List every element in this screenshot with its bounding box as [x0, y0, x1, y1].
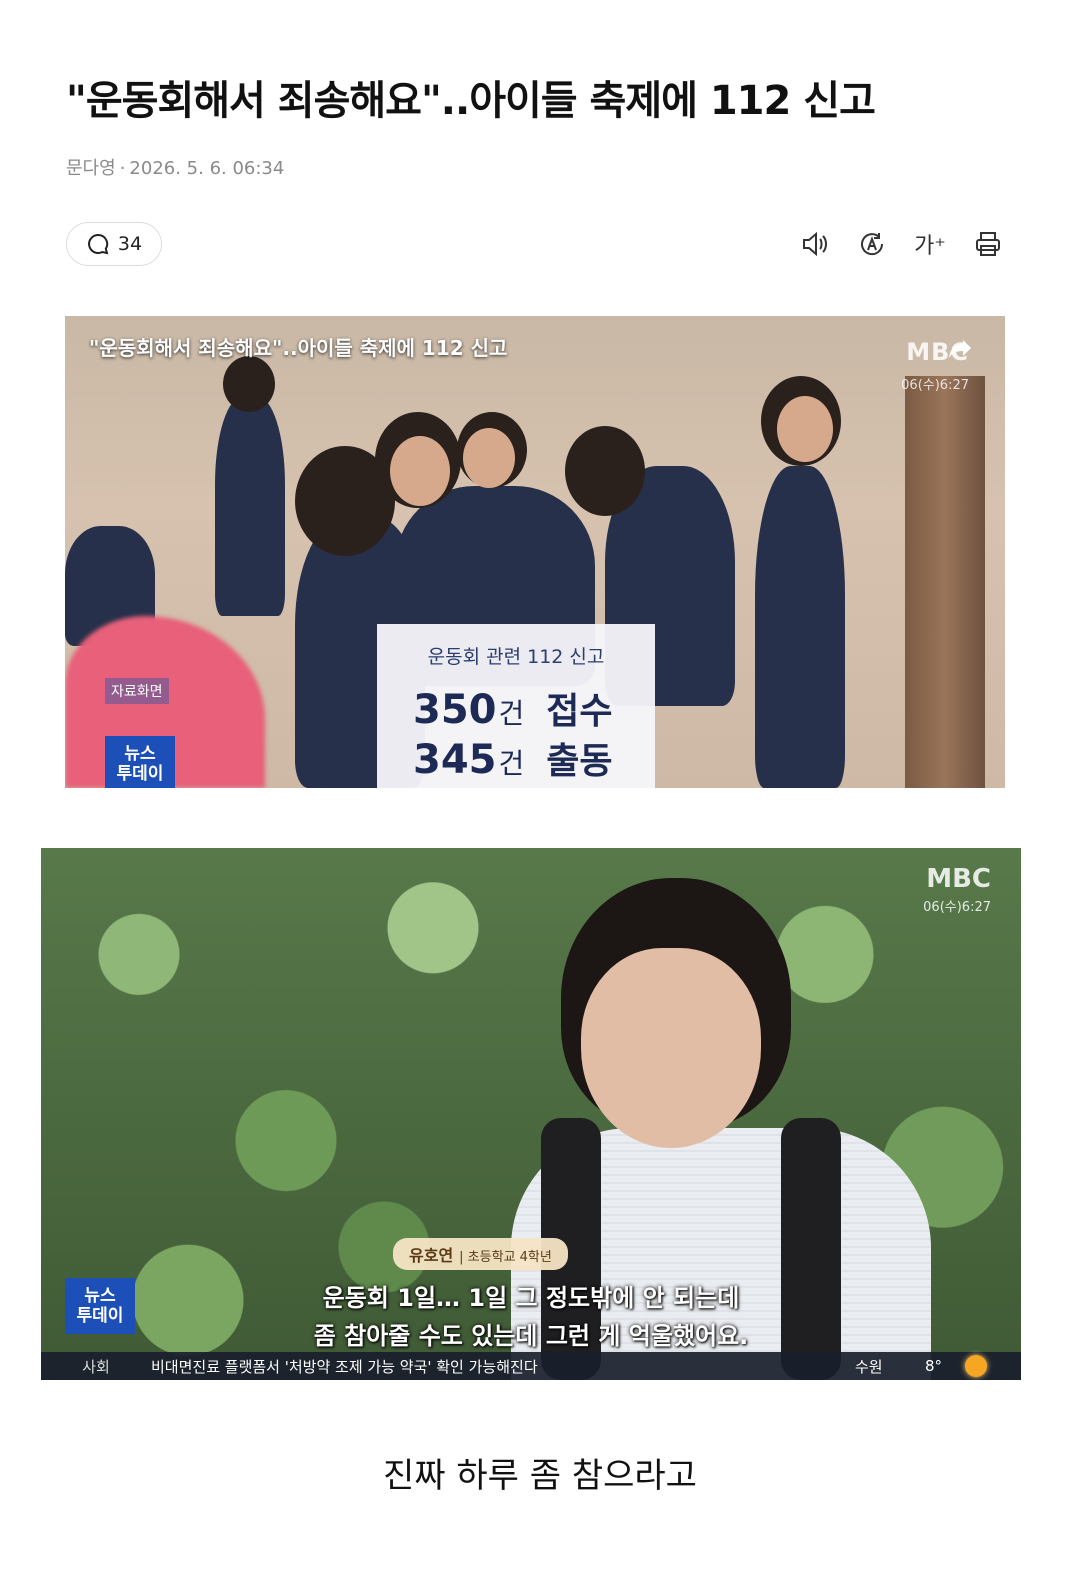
mbc-logo: MBC — [926, 864, 991, 894]
comment-icon — [88, 233, 109, 255]
translate-icon — [861, 233, 884, 256]
font-size-icon: 가⁺ — [914, 234, 946, 259]
archive-footage-tag: 자료화면 — [105, 678, 169, 704]
child-head — [565, 426, 645, 516]
child-figure — [215, 396, 285, 616]
interviewee-name: 유호연 — [409, 1246, 454, 1265]
listen-button[interactable] — [798, 224, 830, 264]
ticker-category: 사회 — [82, 1357, 110, 1376]
news-logo-line: 뉴스 — [124, 744, 156, 764]
stat-number: 350 — [413, 687, 497, 733]
article-headline: "운동회해서 죄송해요"..아이들 축제에 112 신고 — [66, 78, 876, 124]
child-face — [777, 396, 833, 462]
comment-button[interactable]: 34 — [66, 222, 162, 266]
print-button[interactable] — [972, 224, 1004, 264]
tree-trunk — [905, 376, 985, 788]
broadcast-time: 06(수)6:27 — [901, 378, 969, 393]
weather-city: 수원 — [855, 1357, 883, 1376]
author-name[interactable]: 문다영 — [66, 158, 116, 179]
weather-temp: 8° — [925, 1357, 943, 1375]
stat-label: 출동 — [546, 741, 613, 782]
comment-count: 34 — [117, 233, 143, 255]
subtitle-line: 운동회 1일… 1일 그 정도밖에 안 되는데 — [322, 1284, 740, 1312]
interviewee-name-tag: 유호연 | 초등학교 4학년 — [393, 1238, 568, 1270]
news-ticker: 사회 비대면진료 플랫폼서 '처방약 조제 가능 약국' 확인 가능해진다 수원… — [41, 1352, 1021, 1380]
child-head — [223, 356, 275, 412]
child-figure — [755, 466, 845, 788]
print-icon — [976, 232, 1000, 256]
stat-unit: 건 — [498, 747, 525, 780]
interviewee-face — [581, 948, 761, 1148]
broadcast-time: 06(수)6:27 — [923, 900, 991, 915]
video-still-sports-day[interactable]: "운동회해서 죄송해요"..아이들 축제에 112 신고 MBC 06(수)6:… — [65, 316, 1005, 788]
child-face — [390, 436, 450, 506]
interviewee-role: | 초등학교 4학년 — [459, 1250, 552, 1265]
news-today-logo: 뉴스 투데이 — [105, 736, 175, 788]
video-title: "운동회해서 죄송해요"..아이들 축제에 112 신고 — [89, 336, 508, 360]
stat-label: 접수 — [546, 691, 613, 732]
subtitle-line: 좀 참아줄 수도 있는데 그런 게 억울했어요. — [313, 1322, 749, 1350]
article-byline: 문다영 · 2026. 5. 6. 06:34 — [66, 154, 284, 180]
stats-row-dispatched: 345건 출동 — [413, 732, 613, 784]
video-still-interview[interactable]: MBC 06(수)6:27 유호연 | 초등학교 4학년 뉴스 투데이 운동회 1… — [41, 848, 1021, 1380]
article-tools: 가⁺ — [798, 224, 1004, 264]
sun-icon — [965, 1355, 987, 1377]
publish-datetime: 2026. 5. 6. 06:34 — [129, 158, 285, 179]
ticker-text: 비대면진료 플랫폼서 '처방약 조제 가능 약국' 확인 가능해진다 — [151, 1357, 538, 1376]
stat-number: 345 — [413, 737, 497, 783]
report-stats-box: 운동회 관련 112 신고 350건 접수 345건 출동 — [377, 624, 655, 788]
news-logo-line: 투데이 — [116, 764, 164, 784]
speaker-icon — [803, 231, 827, 257]
font-size-button[interactable]: 가⁺ — [914, 224, 946, 264]
byline-separator: · — [119, 158, 126, 179]
stat-unit: 건 — [498, 697, 525, 730]
share-icon[interactable] — [945, 334, 975, 364]
child-face — [463, 428, 515, 488]
stats-caption: 운동회 관련 112 신고 — [427, 646, 605, 668]
stats-row-received: 350건 접수 — [413, 682, 613, 734]
translate-button[interactable] — [856, 224, 888, 264]
post-caption: 진짜 하루 좀 참으라고 — [383, 1456, 697, 1496]
